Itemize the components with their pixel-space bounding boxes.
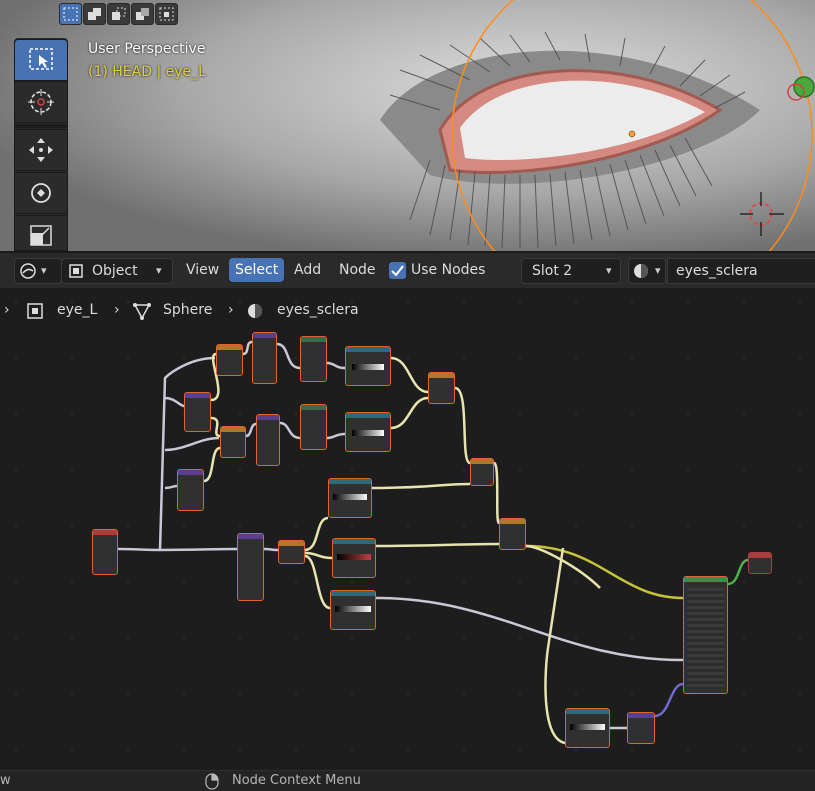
node-material-output[interactable] xyxy=(748,552,772,574)
object-icon xyxy=(69,264,83,278)
node-color-ramp-4[interactable] xyxy=(332,538,376,578)
chevron-down-icon: ▾ xyxy=(606,264,612,277)
select-mode-new[interactable] xyxy=(59,3,82,25)
node-color-ramp-3[interactable] xyxy=(328,478,372,518)
use-nodes-checkbox[interactable] xyxy=(389,262,406,279)
slot-dropdown[interactable]: Slot 2 ▾ xyxy=(521,258,621,284)
editor-type-dropdown[interactable]: ▾ xyxy=(14,258,62,284)
node-editor-canvas[interactable] xyxy=(0,288,815,768)
node-math-1[interactable] xyxy=(300,336,327,382)
mesh-icon xyxy=(133,303,151,320)
scale-tool[interactable] xyxy=(14,215,68,251)
menu-add[interactable]: Add xyxy=(288,258,327,282)
node-color-ramp-5[interactable] xyxy=(330,590,376,630)
tool-separator xyxy=(14,124,68,128)
object-mode-dropdown[interactable]: Object ▾ xyxy=(61,258,173,284)
object-mode-label: Object xyxy=(92,263,138,279)
node-editor-header: ▾ Object ▾ View Select Add Node Use Node… xyxy=(0,251,815,288)
node-separate-2[interactable] xyxy=(220,426,246,458)
node-mapping-2[interactable] xyxy=(177,469,204,511)
object-icon xyxy=(27,303,43,319)
menu-node[interactable]: Node xyxy=(333,258,382,282)
viewport-active-object: (1) HEAD | eye_L xyxy=(88,64,206,80)
viewport-scene xyxy=(0,0,815,251)
node-math-2[interactable] xyxy=(300,404,327,450)
3d-viewport[interactable]: User Perspective (1) HEAD | eye_L xyxy=(0,0,815,251)
cursor-icon xyxy=(28,89,54,115)
select-mode-invert[interactable] xyxy=(131,3,154,25)
mouse-right-icon xyxy=(205,773,219,790)
scale-icon xyxy=(30,225,52,246)
select-mode-extend[interactable] xyxy=(83,3,106,25)
rotate-icon xyxy=(31,183,51,203)
node-color-ramp-6[interactable] xyxy=(565,708,610,748)
select-mode-subtract[interactable] xyxy=(107,3,130,25)
breadcrumb-chevron-icon: › xyxy=(228,302,234,318)
menu-select[interactable]: Select xyxy=(229,258,285,282)
node-separate-1[interactable] xyxy=(216,344,243,376)
cursor-tool[interactable] xyxy=(14,81,68,123)
select-box-tool[interactable] xyxy=(14,39,68,81)
use-nodes-label: Use Nodes xyxy=(411,262,486,278)
breadcrumb-chevron-icon: › xyxy=(114,302,120,318)
breadcrumb-material: eyes_sclera xyxy=(277,302,359,318)
node-mix-1[interactable] xyxy=(428,372,455,404)
viewport-title: User Perspective xyxy=(88,41,206,57)
chevron-down-icon: ▾ xyxy=(655,264,661,277)
material-name-field[interactable]: eyes_sclera xyxy=(667,258,815,284)
node-voronoi[interactable] xyxy=(237,533,264,601)
menu-view[interactable]: View xyxy=(180,258,225,282)
breadcrumb-object: eye_L xyxy=(57,302,98,318)
node-separate-3[interactable] xyxy=(278,540,305,564)
node-principled-bsdf[interactable] xyxy=(683,576,728,694)
checkmark-icon xyxy=(391,265,404,277)
material-browse-button[interactable]: ▾ xyxy=(628,258,666,284)
status-hint: Node Context Menu xyxy=(232,773,361,788)
node-mapping-1[interactable] xyxy=(184,392,211,432)
select-box-icon xyxy=(29,48,53,70)
material-name-value: eyes_sclera xyxy=(676,263,758,279)
status-left-text: w xyxy=(0,773,11,788)
slot-label: Slot 2 xyxy=(532,263,573,279)
node-bump[interactable] xyxy=(627,712,655,744)
select-mode-intersect[interactable] xyxy=(155,3,178,25)
node-texture-coordinate[interactable] xyxy=(92,529,118,575)
node-mix-3[interactable] xyxy=(499,518,526,550)
material-icon xyxy=(248,304,262,318)
node-noise-1[interactable] xyxy=(252,332,277,384)
status-bar: w Node Context Menu xyxy=(0,770,815,791)
rotate-tool[interactable] xyxy=(14,172,68,214)
node-color-ramp-1[interactable] xyxy=(345,346,391,386)
node-color-ramp-2[interactable] xyxy=(345,412,391,452)
node-links xyxy=(117,340,749,745)
move-icon xyxy=(29,138,53,162)
node-noise-2[interactable] xyxy=(256,414,280,466)
breadcrumb-chevron-icon: › xyxy=(4,302,10,318)
material-icon xyxy=(634,264,648,278)
chevron-down-icon: ▾ xyxy=(41,264,47,277)
chevron-down-icon: ▾ xyxy=(156,264,162,277)
move-tool[interactable] xyxy=(14,129,68,171)
node-mix-2[interactable] xyxy=(470,458,494,486)
breadcrumb-mesh: Sphere xyxy=(163,302,213,318)
shader-editor-icon xyxy=(20,263,36,279)
